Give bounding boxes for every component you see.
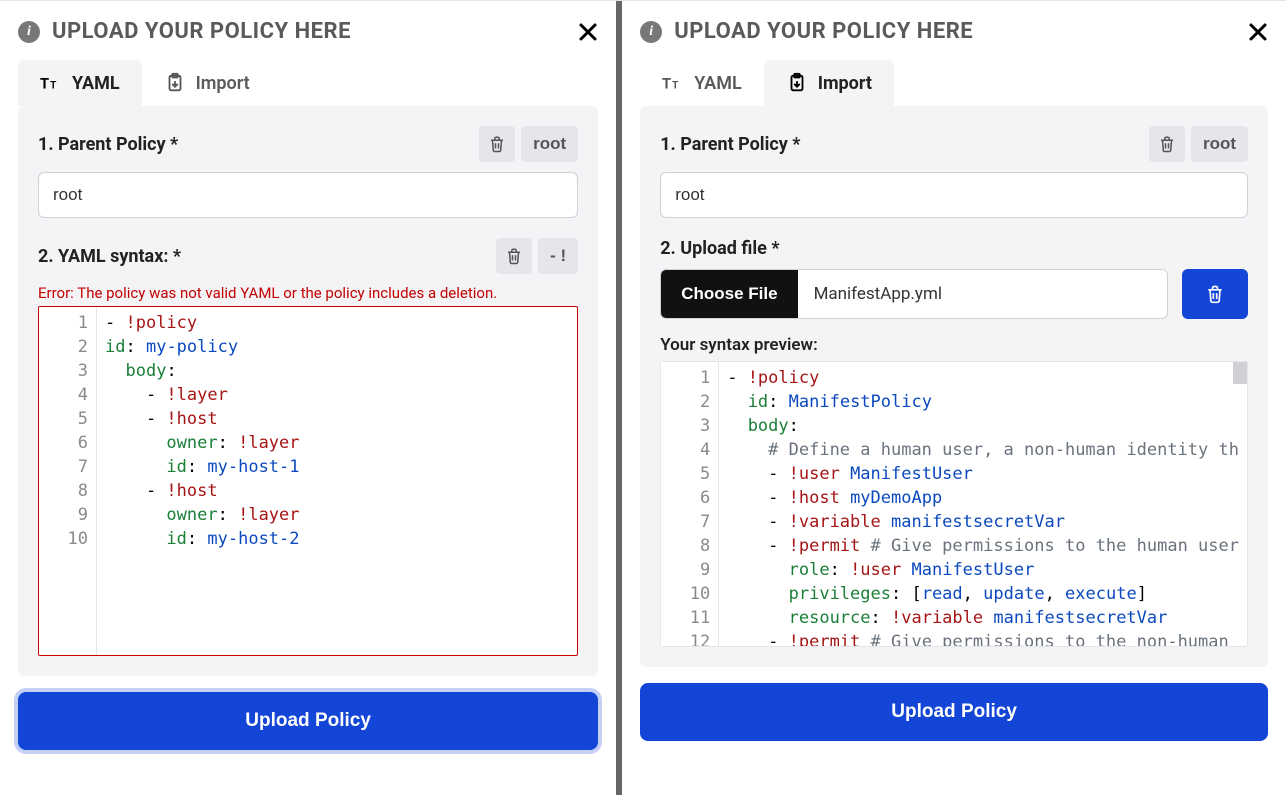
tab-import-label: Import — [196, 73, 250, 94]
info-icon[interactable]: i — [18, 21, 40, 43]
text-icon: TT — [40, 72, 62, 94]
svg-text:T: T — [662, 75, 671, 93]
svg-text:T: T — [40, 75, 49, 93]
trash-icon — [1205, 284, 1225, 304]
clear-parent-button[interactable] — [1149, 126, 1185, 162]
panel-import: i UPLOAD YOUR POLICY HERE TT YAML Import… — [622, 1, 1286, 795]
line-gutter: 123456789101112 — [661, 362, 719, 646]
tab-import[interactable]: Import — [764, 60, 894, 106]
clear-parent-button[interactable] — [479, 126, 515, 162]
file-name-display: ManifestApp.yml — [798, 270, 1167, 318]
tab-import[interactable]: Import — [142, 60, 272, 106]
close-button[interactable] — [1248, 22, 1268, 42]
code-area[interactable]: - !policyid: my-policy body: - !layer - … — [97, 307, 577, 555]
root-button[interactable]: root — [521, 126, 578, 162]
tab-yaml[interactable]: TT YAML — [18, 60, 142, 106]
svg-text:T: T — [672, 81, 679, 92]
text-icon: TT — [662, 72, 684, 94]
parent-policy-label: 1. Parent Policy * — [38, 134, 473, 155]
dialog-title: UPLOAD YOUR POLICY HERE — [52, 19, 566, 44]
tab-import-label: Import — [818, 73, 872, 94]
line-gutter: 12345678910 — [39, 307, 97, 655]
error-message: Error: The policy was not valid YAML or … — [38, 284, 578, 302]
syntax-preview: 123456789101112 - !policy id: ManifestPo… — [660, 361, 1248, 647]
tab-yaml[interactable]: TT YAML — [640, 60, 763, 106]
dialog-title: UPLOAD YOUR POLICY HERE — [674, 19, 1236, 44]
upload-policy-button[interactable]: Upload Policy — [640, 683, 1268, 741]
trash-icon — [505, 247, 523, 265]
scrollbar[interactable] — [1233, 362, 1247, 384]
panel-yaml: i UPLOAD YOUR POLICY HERE TT YAML Import… — [0, 1, 616, 795]
info-icon[interactable]: i — [640, 21, 662, 43]
parent-policy-input[interactable] — [660, 172, 1248, 218]
parent-policy-input[interactable] — [38, 172, 578, 218]
clipboard-icon — [164, 72, 186, 94]
clipboard-icon — [786, 72, 808, 94]
choose-file-button[interactable]: Choose File — [661, 270, 797, 318]
preview-label: Your syntax preview: — [660, 335, 1248, 355]
tab-yaml-label: YAML — [72, 73, 120, 94]
upload-policy-button[interactable]: Upload Policy — [18, 692, 598, 750]
clear-yaml-button[interactable] — [496, 238, 532, 274]
trash-icon — [488, 135, 506, 153]
yaml-editor[interactable]: 12345678910 - !policyid: my-policy body:… — [38, 306, 578, 656]
code-area[interactable]: - !policy id: ManifestPolicy body: # Def… — [719, 362, 1247, 646]
trash-icon — [1158, 135, 1176, 153]
syntax-hint-button[interactable]: - ! — [538, 238, 578, 274]
upload-file-label: 2. Upload file * — [660, 238, 1248, 259]
clear-file-button[interactable] — [1182, 269, 1248, 319]
tab-yaml-label: YAML — [694, 73, 741, 94]
root-button[interactable]: root — [1191, 126, 1248, 162]
yaml-syntax-label: 2. YAML syntax: * — [38, 246, 490, 267]
close-button[interactable] — [578, 22, 598, 42]
svg-text:T: T — [50, 81, 57, 92]
parent-policy-label: 1. Parent Policy * — [660, 134, 1143, 155]
